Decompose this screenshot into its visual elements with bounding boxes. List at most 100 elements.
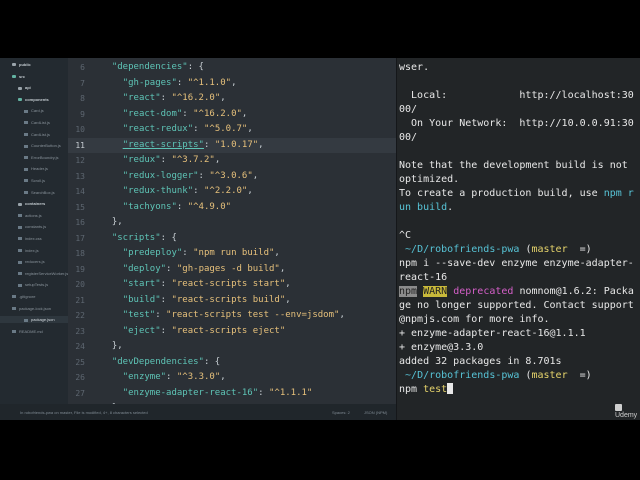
udemy-watermark: Udemy [615, 404, 640, 419]
code-text: "enzyme-adapter-react-16": "^1.1.1" [101, 386, 313, 402]
code-token: "redux" [122, 155, 161, 165]
code-line[interactable]: 24 }, [68, 339, 396, 355]
folder-icon [18, 86, 22, 90]
tree-item-label: constants.js [25, 224, 47, 230]
code-token: , [214, 155, 221, 165]
code-line[interactable]: 13 "redux-logger": "^3.0.6", [68, 169, 396, 185]
folder-tree-item[interactable]: src [12, 73, 25, 80]
file-tree-item[interactable]: SearchBox.js [24, 189, 55, 196]
file-tree-item[interactable]: actions.js [18, 212, 42, 219]
code-line[interactable]: 15 "tachyons": "^4.9.0" [68, 200, 396, 216]
file-tree-item[interactable]: setupTests.js [18, 281, 48, 288]
terminal-text: ( [519, 370, 532, 381]
code-line[interactable]: 26 "enzyme": "^3.3.0", [68, 370, 396, 386]
code-line[interactable]: 6 "dependencies": { [68, 60, 396, 76]
code-line[interactable]: 12 "redux": "^3.7.2", [68, 153, 396, 169]
terminal-text: master [531, 244, 568, 255]
code-line[interactable]: 9 "react-dom": "^16.2.0", [68, 107, 396, 123]
line-number: 19 [75, 264, 85, 274]
code-text: "tachyons": "^4.9.0" [101, 200, 231, 216]
code-text: }, [101, 215, 123, 231]
code-line[interactable]: 25 "devDependencies": { [68, 355, 396, 371]
file-tree-item[interactable]: index.css [18, 235, 42, 242]
line-number: 27 [75, 388, 85, 398]
code-line[interactable]: 8 "react": "^16.2.0", [68, 91, 396, 107]
code-line[interactable]: 21 "build": "react-scripts build", [68, 293, 396, 309]
file-tree-item[interactable]: CounterButton.js [24, 142, 61, 149]
code-text: "react-redux": "^5.0.7", [101, 122, 253, 138]
terminal-line: react-16 [399, 271, 447, 285]
code-token: "scripts" [111, 232, 161, 243]
terminal-text: npm r [603, 188, 634, 199]
code-line[interactable]: 22 "test": "react-scripts test --env=jsd… [68, 308, 396, 324]
file-tree-item[interactable]: CardList.js [24, 119, 50, 126]
code-token: "^2.2.0" [203, 186, 248, 196]
file-tree-item[interactable]: README.md [12, 328, 43, 335]
file-tree-item[interactable]: package-lock.json [12, 305, 51, 312]
code-token: "react" [122, 93, 161, 103]
code-line[interactable]: 19 "deploy": "gh-pages -d build", [68, 262, 396, 278]
tree-item-label: registerServiceWorker.js [25, 270, 68, 276]
file-icon [24, 318, 28, 322]
file-tree-item[interactable]: .gitignore [12, 293, 35, 300]
code-token: : { [187, 62, 204, 72]
code-text: }, [101, 339, 123, 355]
tree-item-label: .gitignore [19, 294, 36, 299]
code-text: "deploy": "gh-pages -d build", [101, 262, 286, 278]
code-line[interactable]: 17 "scripts": { [68, 231, 396, 247]
file-tree-item[interactable]: index.js [18, 247, 39, 254]
code-line[interactable]: 10 "react-redux": "^5.0.7", [68, 122, 396, 138]
file-tree-item[interactable]: package.json [0, 316, 68, 324]
file-tree-item[interactable]: Card.js [24, 107, 44, 114]
folder-tree-item[interactable]: containers [18, 200, 45, 207]
code-token: , [339, 310, 345, 320]
file-tree-item[interactable]: constants.js [18, 223, 46, 230]
file-tree-item[interactable]: Scroll.js [24, 177, 45, 184]
code-token: "^4.9.0" [187, 201, 232, 212]
terminal-text: added 32 packages in 8.701s [399, 356, 562, 367]
file-tree-item[interactable]: CardList.js [24, 131, 50, 138]
code-line[interactable]: 20 "start": "react-scripts start", [68, 277, 396, 293]
code-line[interactable]: 11 "react-scripts": "1.0.17", [68, 137, 396, 153]
indentation-setting[interactable]: Spaces: 2 [332, 410, 350, 415]
code-token: "react-scripts eject" [171, 325, 286, 336]
code-token: "deploy" [122, 263, 167, 274]
folder-tree-item[interactable]: api [18, 84, 31, 91]
code-token: : [176, 201, 188, 212]
file-tree-item[interactable]: ErrorBoundry.js [24, 154, 59, 161]
code-line[interactable]: 23 "eject": "react-scripts eject" [68, 324, 396, 340]
code-line[interactable]: 27 "enzyme-adapter-react-16": "^1.1.1" [68, 386, 396, 402]
line-number: 22 [75, 311, 85, 320]
file-tree-item[interactable]: Header.js [24, 165, 48, 172]
folder-tree-item[interactable]: components [18, 96, 49, 103]
tree-item-label: containers [25, 201, 46, 207]
file-tree-sidebar: public src api components Card.js CardList.js… [0, 58, 68, 404]
code-editor[interactable]: 6 "dependencies": {7 "gh-pages": "^1.1.0… [68, 58, 396, 404]
file-tree-item[interactable]: registerServiceWorker.js [18, 270, 68, 277]
code-token: "start" [122, 279, 161, 289]
terminal-text: react-16 [399, 272, 448, 283]
code-line[interactable]: 16 }, [68, 215, 396, 231]
code-line[interactable]: 7 "gh-pages": "^1.1.0", [68, 76, 396, 92]
code-line[interactable]: 14 "redux-thunk": "^2.2.0", [68, 184, 396, 200]
folder-tree-item[interactable]: public [12, 61, 31, 68]
terminal-pane[interactable]: Udemy wser. Local: http://localhost:30 00… [396, 58, 640, 420]
code-token: : [176, 77, 188, 88]
code-token: : [155, 310, 167, 320]
file-tree-item[interactable]: reducers.js [18, 258, 45, 265]
code-line[interactable]: 18 "predeploy": "npm run build", [68, 246, 396, 262]
terminal-text: =) [567, 370, 592, 381]
line-number: 14 [75, 187, 85, 196]
terminal-line: added 32 packages in 8.701s [399, 355, 562, 369]
tree-item-label: SearchBox.js [31, 189, 55, 195]
terminal-text: master [531, 370, 568, 381]
tree-item-label: setupTests.js [25, 282, 49, 288]
syntax-mode[interactable]: JSON (NPM) [364, 410, 387, 415]
tree-item-label: index.css [25, 236, 42, 241]
screen-frame: public src api components Card.js CardList.js… [0, 58, 640, 420]
